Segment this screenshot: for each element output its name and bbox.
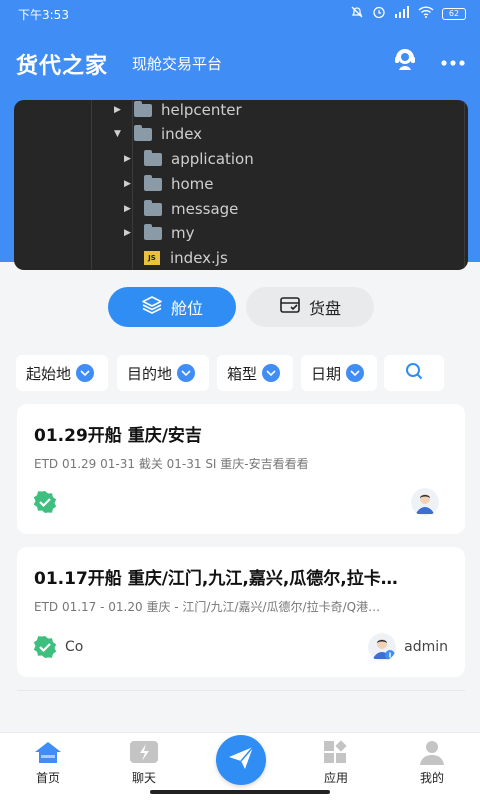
chevron-down-icon bbox=[262, 364, 281, 382]
chevron-right-icon: ▶ bbox=[124, 179, 131, 189]
tab-cabin[interactable]: 舱位 bbox=[108, 287, 236, 327]
customer-service-button[interactable] bbox=[388, 44, 422, 78]
filter-label: 箱型 bbox=[227, 364, 258, 383]
folder-open-icon bbox=[134, 124, 152, 141]
nav-label: 应用 bbox=[323, 771, 348, 785]
user-icon bbox=[417, 739, 447, 765]
nav-profile[interactable]: 我的 bbox=[402, 739, 462, 786]
company-name: Co bbox=[65, 639, 84, 655]
chevron-down-icon bbox=[346, 364, 365, 382]
wifi-icon bbox=[418, 6, 434, 21]
tree-item: ▶ my bbox=[124, 221, 195, 245]
tree-item: ▶ application bbox=[124, 147, 254, 171]
avatar[interactable] bbox=[368, 633, 396, 661]
filter-label: 目的地 bbox=[127, 364, 173, 383]
tree-item-label: my bbox=[171, 224, 195, 242]
nav-label: 我的 bbox=[419, 771, 444, 785]
signal-icon bbox=[394, 6, 410, 21]
tree-item: JS index.js bbox=[138, 246, 228, 270]
filter-container-type[interactable]: 箱型 bbox=[217, 355, 293, 391]
app-subtitle: 现舱交易平台 bbox=[132, 55, 223, 73]
status-bar: 下午3:53 62 bbox=[0, 0, 480, 28]
tree-item: ▶ home bbox=[124, 172, 214, 196]
app-title: 货代之家 bbox=[16, 54, 109, 79]
folder-icon bbox=[144, 223, 162, 240]
avatar[interactable] bbox=[411, 488, 439, 516]
folder-icon bbox=[144, 199, 162, 216]
chevron-right-icon: ▶ bbox=[124, 154, 131, 164]
headset-icon bbox=[391, 45, 419, 77]
listing-description: ETD 01.29 01-31 截关 01-31 SI 重庆-安吉看看看 bbox=[34, 457, 309, 471]
tree-item-label: helpcenter bbox=[161, 101, 242, 119]
list-divider bbox=[17, 690, 465, 691]
nav-apps[interactable]: 应用 bbox=[306, 739, 366, 786]
tab-cargo-label: 货盘 bbox=[308, 299, 341, 318]
nav-chat[interactable]: 聊天 bbox=[114, 739, 174, 786]
tree-item: ▼ index bbox=[114, 122, 202, 146]
listing-title: 01.29开船 重庆/安吉 bbox=[34, 426, 202, 446]
alarm-icon bbox=[372, 5, 386, 22]
search-button[interactable] bbox=[384, 355, 444, 391]
tab-cabin-label: 舱位 bbox=[170, 299, 203, 318]
mute-icon bbox=[350, 5, 364, 22]
tree-guide-line bbox=[464, 100, 465, 270]
home-icon bbox=[33, 739, 63, 765]
more-icon bbox=[440, 52, 466, 71]
folder-icon bbox=[144, 174, 162, 191]
tree-item-label: application bbox=[171, 150, 254, 168]
chevron-down-icon bbox=[177, 364, 196, 382]
status-time: 下午3:53 bbox=[18, 8, 69, 22]
listing-title: 01.17开船 重庆/江门,九江,嘉兴,瓜德尔,拉卡… bbox=[34, 569, 398, 589]
javascript-file-icon: JS bbox=[144, 251, 160, 265]
owner-name: admin bbox=[404, 639, 448, 655]
banner-image[interactable]: ▶ helpcenter ▼ index ▶ application ▶ hom… bbox=[14, 100, 468, 270]
nav-home[interactable]: 首页 bbox=[18, 739, 78, 786]
chevron-right-icon: ▶ bbox=[114, 105, 121, 115]
listing-card[interactable]: 01.29开船 重庆/安吉 ETD 01.29 01-31 截关 01-31 S… bbox=[17, 404, 465, 534]
verified-badge-icon bbox=[33, 490, 57, 514]
filter-destination[interactable]: 目的地 bbox=[117, 355, 209, 391]
chevron-right-icon: ▶ bbox=[124, 228, 131, 238]
layers-icon bbox=[141, 295, 171, 319]
verified-badge-icon bbox=[33, 635, 57, 659]
tree-item-label: index.js bbox=[170, 249, 228, 267]
home-indicator bbox=[150, 790, 330, 794]
app-header: 货代之家 现舱交易平台 bbox=[0, 40, 480, 84]
battery-icon: 62 bbox=[442, 7, 466, 20]
cargo-list-icon bbox=[279, 295, 309, 319]
tree-item: ▶ message bbox=[124, 197, 238, 221]
filter-date[interactable]: 日期 bbox=[301, 355, 377, 391]
status-icons: 62 bbox=[350, 5, 466, 22]
apps-icon bbox=[321, 739, 351, 765]
chevron-down-icon: ▼ bbox=[114, 129, 121, 139]
send-icon bbox=[228, 746, 254, 774]
tree-item-label: home bbox=[171, 175, 214, 193]
listing-description: ETD 01.17 - 01.20 重庆 - 江门/九江/嘉兴/瓜德尔/拉卡奇/… bbox=[34, 600, 381, 614]
chevron-down-icon bbox=[76, 364, 95, 382]
more-button[interactable] bbox=[436, 44, 470, 78]
nav-publish-button[interactable] bbox=[216, 735, 266, 785]
banner-gutter bbox=[14, 100, 92, 270]
filter-label: 起始地 bbox=[26, 364, 72, 383]
nav-label: 首页 bbox=[35, 771, 60, 785]
filter-label: 日期 bbox=[311, 364, 342, 383]
tree-item: ▶ helpcenter bbox=[114, 100, 242, 122]
folder-icon bbox=[144, 149, 162, 166]
chat-icon bbox=[129, 739, 159, 765]
folder-icon bbox=[134, 100, 152, 117]
tree-item-label: message bbox=[171, 200, 239, 218]
search-icon bbox=[404, 361, 424, 385]
tree-item-label: index bbox=[161, 125, 203, 143]
tab-cargo[interactable]: 货盘 bbox=[246, 287, 374, 327]
chevron-right-icon: ▶ bbox=[124, 204, 131, 214]
nav-label: 聊天 bbox=[131, 771, 156, 785]
listing-card[interactable]: 01.17开船 重庆/江门,九江,嘉兴,瓜德尔,拉卡… ETD 01.17 - … bbox=[17, 547, 465, 677]
filter-origin[interactable]: 起始地 bbox=[16, 355, 108, 391]
